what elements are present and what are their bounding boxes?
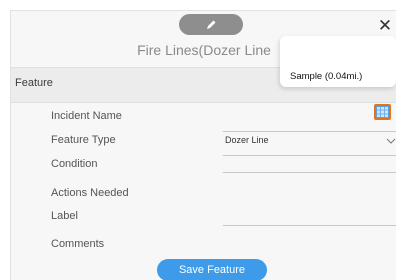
- comments-row: Comments: [11, 235, 396, 261]
- condition-row: Condition: [11, 148, 396, 174]
- tooltip-text: Sample (0.04mi.): [290, 71, 363, 82]
- chevron-down-icon: [386, 138, 396, 144]
- close-button[interactable]: ✕: [375, 15, 395, 35]
- incident-name-field[interactable]: [223, 107, 396, 132]
- incident-name-label: Incident Name: [51, 110, 122, 122]
- condition-label: Condition: [51, 158, 98, 170]
- measurement-tooltip: Sample (0.04mi.): [280, 36, 396, 87]
- label-label: Label: [51, 210, 78, 222]
- comments-field[interactable]: [223, 235, 396, 259]
- comments-label: Comments: [51, 238, 105, 250]
- pencil-icon: [207, 20, 216, 29]
- incident-name-row: Incident Name: [11, 107, 396, 133]
- condition-field[interactable]: [223, 148, 396, 173]
- save-feature-button[interactable]: Save Feature: [157, 259, 267, 280]
- edit-button[interactable]: [179, 14, 243, 35]
- map-picker-button[interactable]: [374, 104, 391, 120]
- feature-type-label: Feature Type: [51, 134, 116, 146]
- label-row: Label: [11, 201, 396, 227]
- actions-needed-label: Actions Needed: [51, 187, 129, 199]
- label-field[interactable]: [223, 201, 396, 226]
- close-icon: ✕: [377, 15, 393, 35]
- feature-type-value: Dozer Line: [225, 135, 269, 145]
- section-label: Feature: [15, 77, 53, 89]
- map-grid-icon: [376, 106, 389, 118]
